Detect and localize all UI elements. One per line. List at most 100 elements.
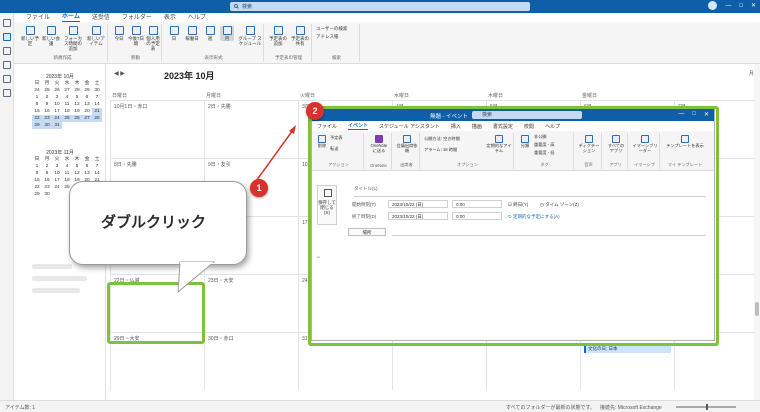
mini-day[interactable]: 20	[82, 108, 92, 115]
mini-day[interactable]: 6	[82, 163, 92, 170]
mini-day[interactable]: 17	[52, 177, 62, 184]
mini-day[interactable]: 11	[62, 101, 72, 108]
mini-day[interactable]: 3	[52, 94, 62, 101]
find-user-field[interactable]: ユーザーの検索	[316, 26, 358, 31]
search-box[interactable]: 検索	[230, 2, 530, 11]
mini-day[interactable]: 30	[92, 87, 102, 94]
mini-day[interactable]: 24	[52, 115, 62, 122]
tab-help[interactable]: ヘルプ	[188, 14, 206, 22]
mini-day[interactable]: 11	[62, 170, 72, 177]
mini-day[interactable]: 15	[32, 177, 42, 184]
mini-day[interactable]: 13	[82, 170, 92, 177]
mini-day[interactable]: 9	[42, 170, 52, 177]
mini-day[interactable]: 16	[42, 177, 52, 184]
new-appointment-button[interactable]: 新しい予定	[20, 26, 40, 46]
maximize-icon[interactable]: □	[739, 3, 743, 9]
mini-day[interactable]: 13	[82, 101, 92, 108]
add-calendar-button[interactable]: 予定表の追加	[268, 26, 288, 46]
mini-day[interactable]: 22	[32, 184, 42, 191]
today-nav[interactable]: ◀ ▶	[114, 70, 125, 77]
calendar-icon[interactable]	[2, 33, 11, 41]
mini-day[interactable]: 23	[42, 115, 52, 122]
mini-day[interactable]: 6	[82, 94, 92, 101]
calendar-day-cell[interactable]: 10月1日・赤口	[110, 100, 204, 158]
today-button[interactable]: 今日	[112, 26, 126, 41]
calendar-event[interactable]: 文化の日; 日本	[584, 345, 671, 353]
mail-icon[interactable]	[2, 19, 11, 27]
mini-day[interactable]: 21	[92, 108, 102, 115]
mini-day[interactable]: 23	[42, 184, 52, 191]
mini-day[interactable]: 28	[72, 87, 82, 94]
mini-day[interactable]: 26	[52, 87, 62, 94]
mini-day[interactable]: 25	[42, 87, 52, 94]
tab-file[interactable]: ファイル	[26, 14, 50, 22]
zoom-slider[interactable]	[676, 404, 736, 410]
mini-day[interactable]: 10	[52, 170, 62, 177]
mini-day[interactable]: 24	[32, 87, 42, 94]
day-view-button[interactable]: 日	[168, 26, 180, 41]
mini-day[interactable]: 18	[62, 108, 72, 115]
mini-day[interactable]: 8	[32, 101, 42, 108]
mini-day[interactable]: 12	[72, 170, 82, 177]
mini-day[interactable]: 29	[82, 87, 92, 94]
next-7-days-button[interactable]: 今後7日間	[128, 26, 144, 46]
mini-day[interactable]: 7	[92, 94, 102, 101]
mini-day[interactable]: 31	[52, 122, 62, 129]
month-view-button[interactable]: 月	[220, 26, 234, 41]
mini-day[interactable]: 28	[92, 115, 102, 122]
mini-day[interactable]: 30	[42, 191, 52, 198]
mini-day[interactable]: 15	[32, 108, 42, 115]
mini-day[interactable]: 3	[52, 163, 62, 170]
people-icon[interactable]	[2, 47, 11, 55]
tab-folder[interactable]: フォルダー	[122, 14, 152, 22]
mini-day[interactable]: 25	[62, 115, 72, 122]
mini-day[interactable]: 17	[52, 108, 62, 115]
new-meeting-button[interactable]: 新しい会議	[41, 26, 61, 46]
calendar-day-cell[interactable]: 2日・先勝	[204, 100, 298, 158]
work-week-button[interactable]: 稼働日	[184, 26, 200, 41]
mini-day[interactable]: 5	[72, 163, 82, 170]
mini-day[interactable]: 14	[92, 101, 102, 108]
calendar-day-cell[interactable]: 30日・赤口	[204, 332, 298, 390]
mini-day[interactable]: 27	[82, 115, 92, 122]
share-calendar-button[interactable]: 予定表の共有	[290, 26, 310, 46]
mini-day[interactable]: 19	[72, 108, 82, 115]
tab-view[interactable]: 表示	[164, 14, 176, 22]
mini-day[interactable]: 18	[62, 177, 72, 184]
mini-day[interactable]: 1	[32, 94, 42, 101]
tasks-icon[interactable]	[2, 61, 11, 69]
mini-day[interactable]: 8	[32, 170, 42, 177]
todo-icon[interactable]	[2, 75, 11, 83]
mini-day[interactable]: 7	[92, 163, 102, 170]
mini-day[interactable]: 26	[72, 115, 82, 122]
mini-day[interactable]: 2	[42, 163, 52, 170]
focus-time-button[interactable]: フォーカス時間の追加	[62, 26, 84, 51]
mini-day[interactable]: 30	[42, 122, 52, 129]
mini-day[interactable]: 10	[52, 101, 62, 108]
mini-day[interactable]: 2	[42, 94, 52, 101]
mini-day[interactable]: 4	[62, 163, 72, 170]
address-book-button[interactable]: アドレス帳	[316, 34, 358, 39]
mini-day[interactable]: 27	[62, 87, 72, 94]
mini-day[interactable]: 24	[52, 184, 62, 191]
mini-day[interactable]: 4	[62, 94, 72, 101]
mini-day[interactable]: 9	[42, 101, 52, 108]
mini-day[interactable]: 1	[32, 163, 42, 170]
new-items-button[interactable]: 新しいアイテム	[85, 26, 107, 46]
tab-send-receive[interactable]: 送受信	[92, 14, 110, 22]
close-icon[interactable]: ✕	[751, 2, 756, 9]
week-view-button[interactable]: 週	[204, 26, 216, 41]
apps-icon[interactable]	[2, 89, 11, 97]
calendar-list-item[interactable]	[32, 288, 80, 293]
mini-day[interactable]: 29	[32, 191, 42, 198]
my-calendar-button[interactable]: 個人用の予定表	[145, 26, 161, 51]
calendar-list-item[interactable]	[32, 276, 87, 281]
mini-day[interactable]: 29	[32, 122, 42, 129]
mini-day[interactable]: 12	[72, 101, 82, 108]
mini-day[interactable]: 14	[92, 170, 102, 177]
calendar-day-cell[interactable]: 23日・大安	[204, 274, 298, 332]
scrollbar-thumb[interactable]	[755, 302, 759, 316]
avatar[interactable]	[708, 1, 718, 10]
minimize-icon[interactable]: —	[725, 3, 731, 9]
schedule-view-button[interactable]: グループ スケジュール	[238, 26, 262, 46]
